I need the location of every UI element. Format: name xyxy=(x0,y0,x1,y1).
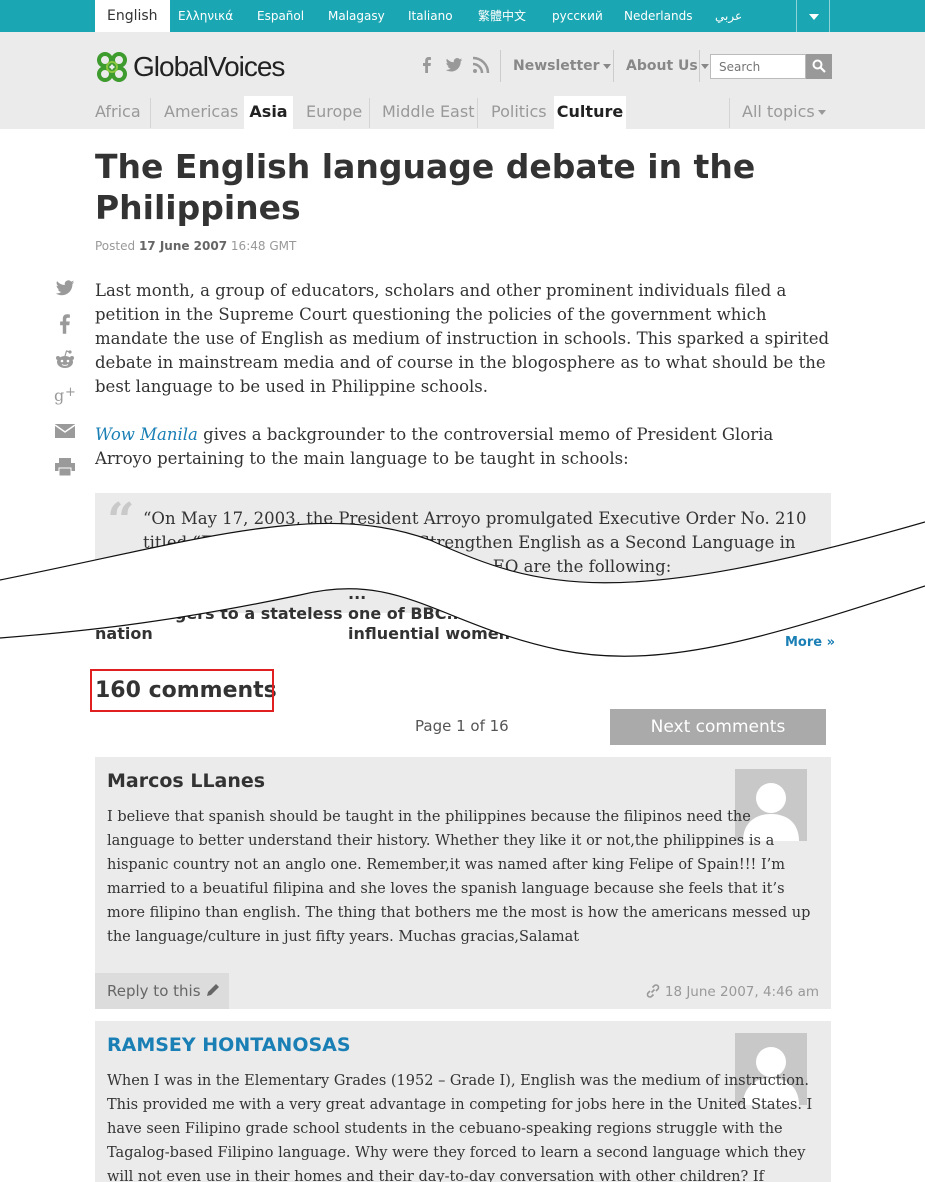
lang-arabic[interactable]: عربي xyxy=(715,0,742,32)
reply-label: Reply to this xyxy=(107,982,201,1000)
more-link[interactable]: More » xyxy=(785,635,835,650)
topic-middle-east[interactable]: Middle East xyxy=(382,96,474,129)
twitter-icon[interactable] xyxy=(445,56,463,74)
page-info: Page 1 of 16 xyxy=(415,717,509,735)
share-reddit-icon[interactable] xyxy=(54,349,76,371)
comment: Marcos LLanes I believe that spanish sho… xyxy=(95,757,831,1009)
share-google-plus-icon[interactable]: g + xyxy=(54,384,76,406)
lang-greek[interactable]: Ελληνικά xyxy=(178,0,233,32)
search-icon xyxy=(812,59,826,73)
header-divider xyxy=(500,50,501,82)
chevron-down-icon xyxy=(817,110,826,115)
posted-meta: Posted 17 June 2007 16:48 GMT xyxy=(95,239,296,253)
topic-europe[interactable]: Europe xyxy=(306,96,362,129)
topic-politics[interactable]: Politics xyxy=(491,96,547,129)
lang-dutch[interactable]: Nederlands xyxy=(624,0,692,32)
svg-text:g: g xyxy=(54,386,64,405)
topic-americas[interactable]: Americas xyxy=(164,96,238,129)
comment-date: 18 June 2007, 4:46 am xyxy=(664,984,819,1000)
about-us-menu[interactable]: About Us xyxy=(626,58,709,74)
newsletter-label: Newsletter xyxy=(513,58,600,74)
topic-divider xyxy=(729,98,730,128)
lang-chinese[interactable]: 繁體中文 xyxy=(478,0,526,32)
share-facebook-icon[interactable] xyxy=(54,313,76,335)
posted-label: Posted xyxy=(95,239,136,253)
posted-date: 17 June 2007 xyxy=(138,239,228,253)
newsletter-menu[interactable]: Newsletter xyxy=(513,58,611,74)
chevron-down-icon xyxy=(602,63,611,69)
print-icon[interactable] xyxy=(54,457,76,479)
highlight-box xyxy=(90,669,274,712)
comment: RAMSEY HONTANOSAS When I was in the Elem… xyxy=(95,1021,831,1182)
comment-author-link[interactable]: RAMSEY HONTANOSAS xyxy=(107,1034,351,1056)
share-email-icon[interactable] xyxy=(54,422,76,444)
search-button[interactable] xyxy=(806,54,832,79)
lang-italian[interactable]: Italiano xyxy=(408,0,453,32)
logo-knot-icon xyxy=(97,52,127,82)
article-paragraph-1: Last month, a group of educators, schola… xyxy=(95,281,830,396)
reply-button[interactable]: Reply to this xyxy=(95,973,229,1009)
article-title: The English language debate in the Phili… xyxy=(95,147,756,227)
pencil-icon xyxy=(207,984,220,996)
lang-malagasy[interactable]: Malagasy xyxy=(328,0,385,32)
search-input[interactable] xyxy=(710,54,806,79)
chevron-down-icon xyxy=(700,63,709,69)
lang-english[interactable]: English xyxy=(95,0,170,32)
topic-asia[interactable]: Asia xyxy=(244,96,293,129)
comment-author: Marcos LLanes xyxy=(107,770,266,792)
header-divider xyxy=(613,50,614,82)
topic-divider xyxy=(477,98,478,128)
svg-text:+: + xyxy=(65,385,76,400)
about-us-label: About Us xyxy=(626,58,698,74)
topic-divider xyxy=(369,98,370,128)
article-paragraph-2: Wow Manila gives a backgrounder to the c… xyxy=(95,423,831,471)
logo-text: GlobalVoices xyxy=(133,51,285,82)
rss-icon[interactable] xyxy=(472,56,490,74)
site-header: GlobalVoices Newsletter About Us Africa … xyxy=(0,32,925,129)
link-icon xyxy=(646,984,659,998)
wow-manila-link[interactable]: Wow Manila xyxy=(95,425,198,444)
lang-russian[interactable]: русский xyxy=(552,0,603,32)
facebook-icon[interactable] xyxy=(418,56,436,74)
comment-body: I believe that spanish should be taught … xyxy=(107,809,811,945)
posted-time: 16:48 GMT xyxy=(230,239,297,253)
lang-spanish[interactable]: Español xyxy=(257,0,304,32)
all-topics-label: All topics xyxy=(742,102,815,121)
all-topics-menu[interactable]: All topics xyxy=(742,96,826,129)
topic-culture[interactable]: Culture xyxy=(554,96,626,129)
comment-body: When I was in the Elementary Grades (195… xyxy=(107,1073,813,1182)
topic-africa[interactable]: Africa xyxy=(95,96,141,129)
share-twitter-icon[interactable] xyxy=(54,278,76,300)
comment-permalink[interactable]: 18 June 2007, 4:46 am xyxy=(645,983,819,1000)
next-comments-button[interactable]: Next comments xyxy=(610,709,826,745)
topic-divider xyxy=(150,98,151,128)
language-bar: English Ελληνικά Español Malagasy Italia… xyxy=(0,0,925,32)
global-voices-logo[interactable]: GlobalVoices xyxy=(95,49,285,85)
header-divider xyxy=(699,50,700,82)
language-dropdown-button[interactable] xyxy=(796,0,830,32)
